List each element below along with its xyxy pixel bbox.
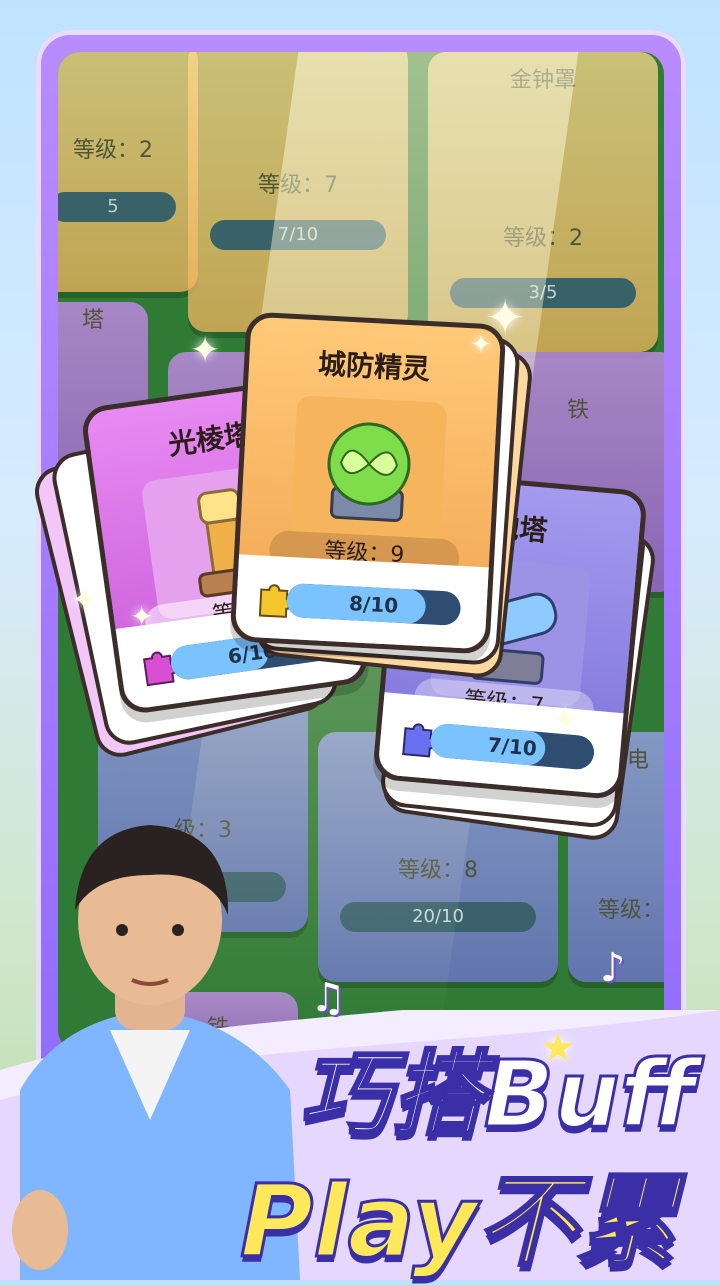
sparkle-icon: ✦ xyxy=(550,700,581,741)
music-note-icon: ♫ xyxy=(310,975,346,1021)
bg-card-tile: 等级：2 5 xyxy=(58,52,198,292)
card-chengfang-jingling[interactable]: 城防精灵 等级：9 8/10 xyxy=(229,311,507,655)
tile-title: 塔 xyxy=(81,308,104,333)
tile-progress: 5 xyxy=(58,192,176,222)
sparkle-icon: ✦ xyxy=(190,330,221,371)
star-icon: ★ xyxy=(540,1025,576,1071)
card-title: 城防精灵 xyxy=(317,347,431,387)
butterfly-orb-icon xyxy=(290,395,448,543)
sparkle-icon: ✦ xyxy=(70,580,101,621)
card-progress-bar: 8/10 xyxy=(285,582,462,626)
music-note-icon: ♪ xyxy=(600,945,626,991)
sparkle-icon: ✦ xyxy=(470,330,492,360)
tile-level: 等级：5 xyxy=(598,898,664,923)
slogan-line-2: Play不累 xyxy=(238,1162,678,1282)
slogan-line-1: 巧搭Buff xyxy=(298,1040,697,1150)
progress-text: 8/10 xyxy=(348,591,399,618)
tile-level: 等级：2 xyxy=(73,138,153,163)
card-footer: 8/10 xyxy=(234,554,489,650)
sparkle-icon: ✦ xyxy=(130,600,154,633)
